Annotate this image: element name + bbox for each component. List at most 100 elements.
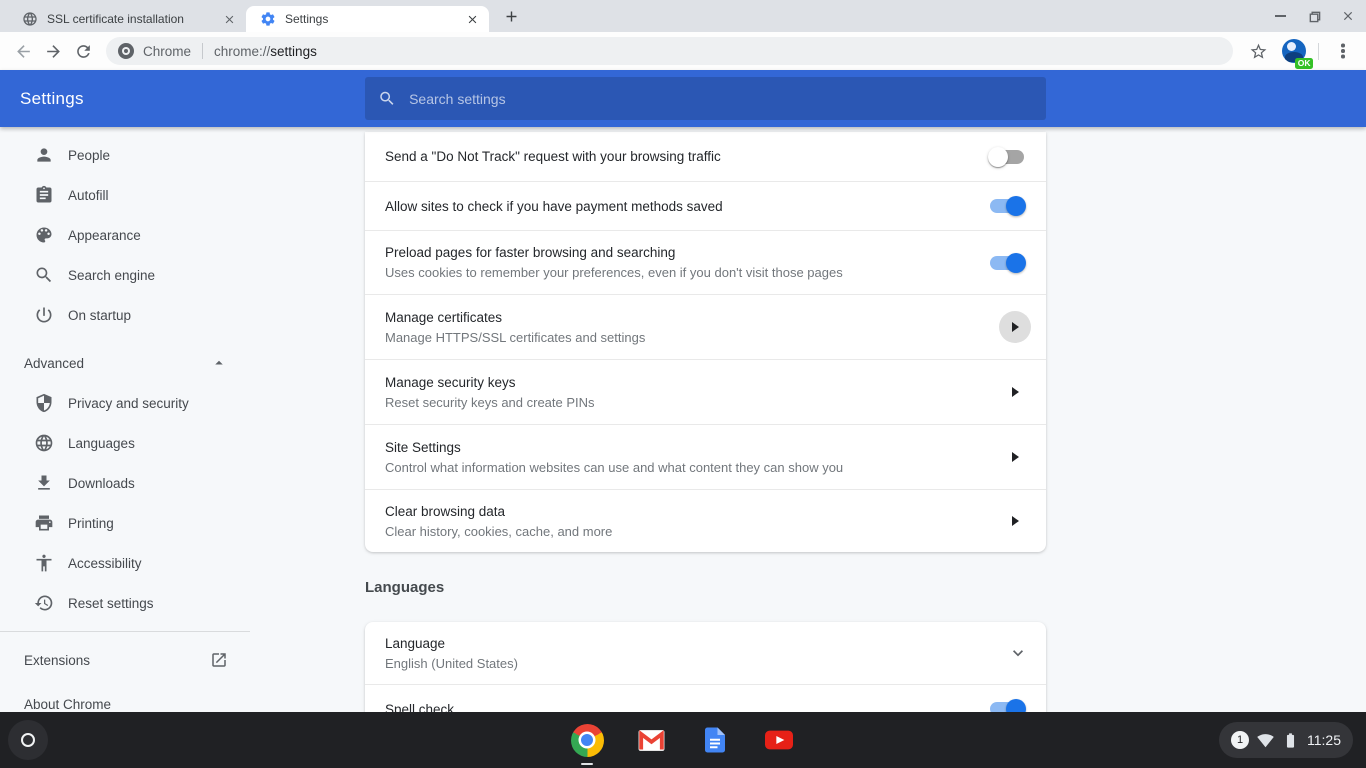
notification-count-badge: 1 (1231, 731, 1249, 749)
docs-icon (700, 725, 730, 755)
open-in-new-icon (210, 651, 228, 669)
about-label: About Chrome (24, 697, 111, 712)
preload-pages-toggle[interactable] (990, 256, 1024, 270)
row-title: Clear browsing data (385, 504, 999, 519)
row-title: Spell check (385, 702, 990, 713)
row-title: Manage security keys (385, 375, 999, 390)
shelf-app-youtube[interactable] (747, 712, 811, 768)
sidebar-item-extensions[interactable]: Extensions (0, 636, 250, 684)
row-manage-certificates[interactable]: Manage certificates Manage HTTPS/SSL cer… (365, 294, 1046, 359)
subpage-arrow-icon[interactable] (999, 441, 1031, 473)
sidebar-item-about-chrome[interactable]: About Chrome (0, 684, 250, 712)
active-app-indicator (581, 763, 593, 766)
back-icon[interactable] (8, 36, 38, 66)
sidebar-item-printing[interactable]: Printing (0, 503, 250, 543)
sidebar-item-label: Accessibility (68, 556, 142, 571)
chevron-up-icon (210, 354, 228, 372)
spell-check-toggle[interactable] (990, 702, 1024, 712)
system-tray[interactable]: 1 11:25 (1219, 722, 1353, 758)
sidebar-item-label: Search engine (68, 268, 155, 283)
search-icon (34, 265, 54, 285)
sidebar-item-downloads[interactable]: Downloads (0, 463, 250, 503)
privacy-card: Send a "Do Not Track" request with your … (365, 132, 1046, 552)
chevron-down-icon[interactable] (1008, 643, 1028, 663)
row-subtitle: Reset security keys and create PINs (385, 395, 999, 410)
payment-methods-toggle[interactable] (990, 199, 1024, 213)
subpage-arrow-icon[interactable] (999, 376, 1031, 408)
row-language[interactable]: Language English (United States) (365, 622, 1046, 684)
sidebar-item-label: Privacy and security (68, 396, 189, 411)
shelf-app-chrome[interactable] (555, 712, 619, 768)
sidebar-item-search-engine[interactable]: Search engine (0, 255, 250, 295)
toolbar-right: OK (1243, 36, 1358, 66)
row-subtitle: Manage HTTPS/SSL certificates and settin… (385, 330, 999, 345)
sidebar-item-privacy-and-security[interactable]: Privacy and security (0, 383, 250, 423)
languages-card: Language English (United States) Spell c… (365, 622, 1046, 712)
new-tab-button[interactable] (497, 2, 525, 30)
subpage-arrow-icon[interactable] (999, 505, 1031, 537)
forward-icon[interactable] (38, 36, 68, 66)
sidebar-item-reset-settings[interactable]: Reset settings (0, 583, 250, 623)
menu-kebab-icon[interactable] (1328, 36, 1358, 66)
close-tab-icon[interactable] (220, 10, 238, 28)
do-not-track-toggle[interactable] (990, 150, 1024, 164)
profile-avatar[interactable]: OK (1279, 36, 1309, 66)
row-manage-security-keys[interactable]: Manage security keys Reset security keys… (365, 359, 1046, 424)
tab-settings[interactable]: Settings (246, 6, 489, 32)
tab-ssl-certificate-installation[interactable]: SSL certificate installation (8, 6, 246, 32)
tab-title: SSL certificate installation (47, 12, 220, 26)
launcher-button[interactable] (8, 720, 48, 760)
row-clear-browsing-data[interactable]: Clear browsing data Clear history, cooki… (365, 489, 1046, 552)
site-label: Chrome (143, 44, 191, 59)
page-title: Settings (20, 89, 84, 109)
globe-icon (22, 11, 38, 27)
settings-search-input[interactable] (409, 91, 1033, 107)
sidebar-divider (0, 631, 250, 632)
accessibility-icon (34, 553, 54, 573)
shelf-app-gmail[interactable] (619, 712, 683, 768)
sidebar-item-appearance[interactable]: Appearance (0, 215, 250, 255)
sidebar-item-label: Autofill (68, 188, 109, 203)
tab-title: Settings (285, 12, 463, 26)
wifi-icon (1257, 732, 1274, 749)
sidebar-advanced-toggle[interactable]: Advanced (0, 343, 250, 383)
omnibox-separator (202, 43, 203, 59)
sidebar-item-languages[interactable]: Languages (0, 423, 250, 463)
sidebar-item-autofill[interactable]: Autofill (0, 175, 250, 215)
gmail-icon (636, 725, 667, 756)
launcher-icon (21, 733, 35, 747)
row-subtitle: English (United States) (385, 656, 1008, 671)
row-payment-methods: Allow sites to check if you have payment… (365, 181, 1046, 230)
row-title: Allow sites to check if you have payment… (385, 199, 990, 214)
reload-icon[interactable] (68, 36, 98, 66)
row-site-settings[interactable]: Site Settings Control what information w… (365, 424, 1046, 489)
languages-section-header: Languages (365, 578, 1046, 598)
settings-sidebar: People Autofill Appearance Search engine… (0, 127, 250, 712)
window-controls (1268, 0, 1360, 32)
sidebar-item-accessibility[interactable]: Accessibility (0, 543, 250, 583)
sidebar-item-on-startup[interactable]: On startup (0, 295, 250, 335)
url-text: chrome://settings (214, 44, 317, 59)
youtube-icon (763, 724, 795, 756)
subpage-arrow-icon[interactable] (999, 311, 1031, 343)
palette-icon (34, 225, 54, 245)
sidebar-item-people[interactable]: People (0, 135, 250, 175)
bookmark-star-icon[interactable] (1243, 36, 1273, 66)
browser-toolbar: Chrome chrome://settings OK (0, 32, 1366, 70)
globe-icon (34, 433, 54, 453)
shelf-app-docs[interactable] (683, 712, 747, 768)
row-title: Manage certificates (385, 310, 999, 325)
advanced-label: Advanced (24, 356, 84, 371)
close-window-icon[interactable] (1336, 4, 1360, 28)
row-subtitle: Clear history, cookies, cache, and more (385, 524, 999, 539)
toolbar-divider (1318, 43, 1319, 60)
omnibox[interactable]: Chrome chrome://settings (106, 37, 1233, 65)
minimize-icon[interactable] (1268, 4, 1292, 28)
restore-icon[interactable] (1302, 4, 1326, 28)
row-title: Send a "Do Not Track" request with your … (385, 149, 990, 164)
close-tab-icon[interactable] (463, 10, 481, 28)
clock: 11:25 (1307, 732, 1341, 748)
sidebar-item-label: Printing (68, 516, 114, 531)
settings-search-box[interactable] (365, 77, 1046, 120)
chrome-icon (571, 724, 604, 757)
